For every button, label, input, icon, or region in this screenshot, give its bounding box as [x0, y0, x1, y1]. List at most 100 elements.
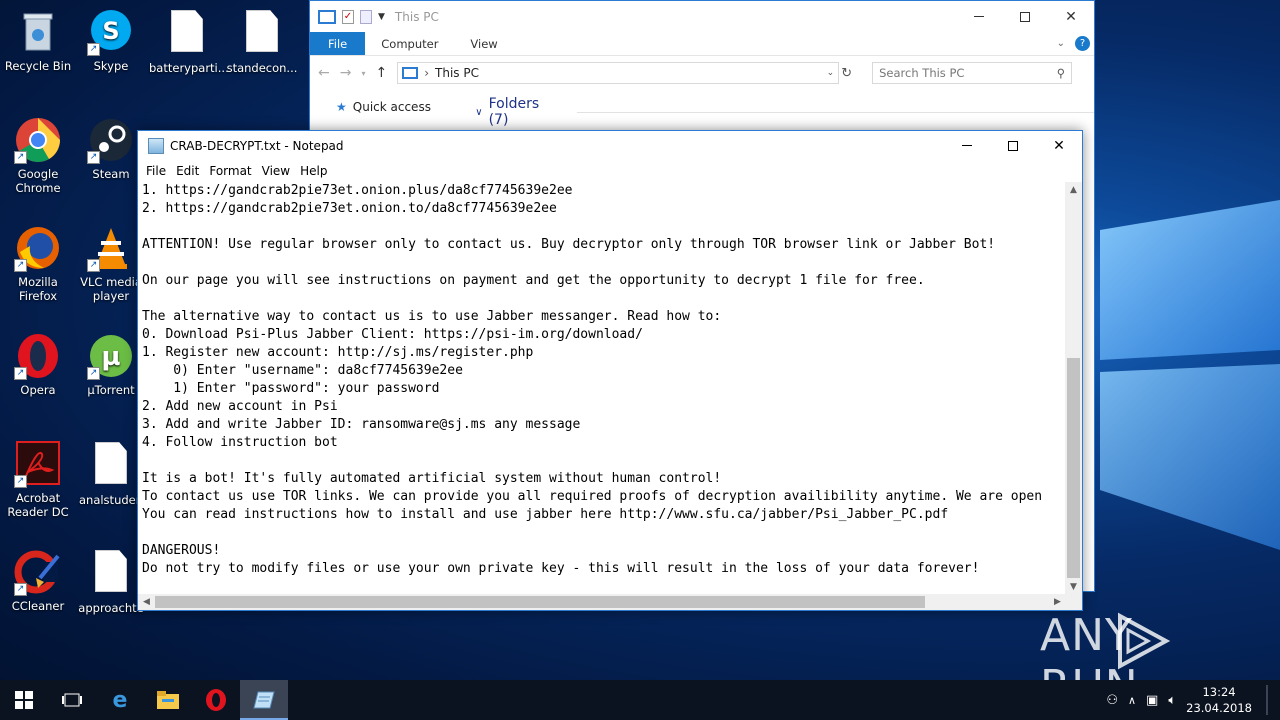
tab-file[interactable]: File — [310, 32, 366, 55]
text-line — [142, 290, 1066, 308]
icon-label: Skype — [93, 59, 129, 73]
taskbar-notepad[interactable] — [240, 680, 288, 720]
scroll-left-icon[interactable]: ◀ — [138, 594, 155, 610]
computer-icon — [318, 9, 336, 24]
text-line: It is a bot! It's fully automated artifi… — [142, 471, 722, 486]
horizontal-scrollbar[interactable]: ◀ ▶ — [138, 594, 1066, 610]
play-logo-icon — [1118, 612, 1171, 670]
chrome-icon: ↗ — [14, 116, 62, 164]
desktop-icon-firefox[interactable]: ↗ Mozilla Firefox — [0, 224, 76, 303]
taskbar-file-explorer[interactable] — [144, 680, 192, 720]
properties-icon[interactable]: ✓ — [342, 9, 354, 24]
desktop-icon-ccleaner[interactable]: ↗ CCleaner — [0, 548, 76, 613]
breadcrumb-this-pc[interactable]: This PC — [435, 66, 479, 80]
volume-icon[interactable]: 🔈︎ — [1168, 693, 1176, 708]
taskbar-opera[interactable] — [192, 680, 240, 720]
menu-bar: File Edit Format View Help — [138, 160, 1082, 182]
utorrent-icon: µ ↗ — [87, 332, 135, 380]
scrollbar-thumb[interactable] — [155, 596, 925, 608]
notepad-icon — [148, 137, 164, 154]
scroll-up-icon[interactable]: ▲ — [1065, 182, 1082, 199]
tab-view[interactable]: View — [454, 32, 513, 55]
text-line: You can read instructions how to install… — [142, 507, 949, 522]
minimize-button[interactable] — [956, 1, 1002, 32]
chevron-up-icon[interactable]: ∧ — [1128, 694, 1136, 707]
folders-group-header[interactable]: ∨ Folders (7) — [475, 96, 1094, 128]
recycle-bin-icon — [14, 8, 62, 56]
nav-item-quick-access[interactable]: ★ Quick access — [336, 100, 467, 114]
text-line — [142, 524, 1066, 542]
minimize-icon — [962, 145, 972, 146]
icon-label: CCleaner — [11, 599, 65, 613]
desktop-icon-skype[interactable]: S ↗ Skype — [73, 8, 149, 73]
menu-help[interactable]: Help — [295, 164, 332, 178]
close-icon: ✕ — [1053, 137, 1065, 154]
menu-format[interactable]: Format — [204, 164, 256, 178]
new-folder-icon[interactable] — [360, 9, 372, 24]
desktop-icon-batterypart[interactable]: batterypartі... — [149, 8, 229, 75]
recent-dropdown-icon[interactable]: ▾ — [361, 69, 365, 78]
ribbon-expand-icon[interactable]: ⌄ — [1057, 38, 1065, 49]
qat-dropdown-icon[interactable]: ▼ — [378, 12, 385, 22]
text-editor-area[interactable]: 1. https://gandcrab2pie73et.onion.plus/d… — [138, 182, 1066, 596]
refresh-icon[interactable]: ↻ — [841, 66, 852, 81]
desktop-icon-recycle-bin[interactable]: Recycle Bin — [0, 8, 76, 73]
desktop-icon-acrobat[interactable]: ↗ Acrobat Reader DC — [0, 440, 76, 519]
search-icon: ⚲ — [1056, 66, 1066, 80]
vertical-scrollbar[interactable]: ▲ ▼ — [1065, 182, 1082, 596]
text-line: 1) Enter "password": your password — [142, 381, 440, 396]
notepad-window[interactable]: CRAB-DECRYPT.txt - Notepad ✕ File Edit F… — [137, 130, 1083, 611]
people-icon[interactable]: ⚇ — [1106, 693, 1118, 708]
text-line: 1. https://gandcrab2pie73et.onion.plus/d… — [142, 183, 573, 198]
desktop-icon-opera[interactable]: ↗ Opera — [0, 332, 76, 397]
icon-label: Mozilla Firefox — [18, 275, 58, 303]
folder-icon — [157, 691, 179, 709]
text-line: 3. Add and write Jabber ID: ransomware@s… — [142, 417, 581, 432]
notifications-icon[interactable] — [1266, 685, 1268, 715]
notepad-titlebar[interactable]: CRAB-DECRYPT.txt - Notepad ✕ — [138, 131, 1082, 160]
maximize-button[interactable] — [990, 130, 1036, 161]
text-line: On our page you will see instructions on… — [142, 273, 925, 288]
up-arrow-icon[interactable]: ↑ — [375, 65, 387, 81]
address-dropdown-icon[interactable]: ⌄ — [827, 68, 835, 78]
search-input[interactable]: Search This PC ⚲ — [872, 62, 1073, 84]
scroll-right-icon[interactable]: ▶ — [1049, 594, 1066, 610]
help-icon[interactable]: ? — [1075, 36, 1090, 51]
close-button[interactable]: ✕ — [1036, 130, 1082, 161]
tab-computer[interactable]: Computer — [365, 32, 454, 55]
address-bar[interactable]: › This PC ⌄ — [397, 62, 840, 84]
acrobat-icon: ↗ — [14, 440, 62, 488]
icon-label: batterypartі... — [149, 61, 229, 75]
close-button[interactable]: ✕ — [1048, 1, 1094, 32]
text-line: 0) Enter "username": da8cf7745639e2ee — [142, 363, 463, 378]
icon-label: standecon... — [226, 61, 298, 75]
minimize-button[interactable] — [944, 130, 990, 161]
explorer-titlebar[interactable]: ✓ ▼ This PC ✕ — [310, 1, 1094, 32]
scrollbar-thumb[interactable] — [1067, 358, 1080, 578]
menu-view[interactable]: View — [257, 164, 295, 178]
back-arrow-icon[interactable]: ← — [318, 65, 330, 81]
text-line: 4. Follow instruction bot — [142, 435, 338, 450]
maximize-button[interactable] — [1002, 1, 1048, 32]
taskbar-edge[interactable]: e — [96, 680, 144, 720]
notepad-icon — [253, 691, 275, 709]
desktop-icon-standecon[interactable]: standecon... — [224, 8, 300, 75]
file-icon — [87, 442, 135, 490]
ccleaner-icon: ↗ — [14, 548, 62, 596]
chevron-down-icon: ∨ — [475, 106, 483, 118]
windows-start-icon — [15, 691, 33, 709]
divider — [577, 111, 1094, 113]
file-icon — [238, 10, 286, 58]
desktop-icon-chrome[interactable]: ↗ Google Chrome — [0, 116, 76, 195]
start-button[interactable] — [0, 680, 48, 720]
forward-arrow-icon[interactable]: → — [340, 65, 352, 81]
menu-edit[interactable]: Edit — [171, 164, 204, 178]
scrollbar-corner — [1065, 594, 1082, 610]
search-placeholder: Search This PC — [879, 66, 965, 80]
text-line — [142, 254, 1066, 272]
clock[interactable]: 13:24 23.04.2018 — [1186, 684, 1252, 716]
network-icon[interactable]: ▣ — [1146, 693, 1158, 708]
computer-icon — [402, 67, 419, 79]
task-view-button[interactable] — [48, 680, 96, 720]
menu-file[interactable]: File — [138, 164, 171, 178]
